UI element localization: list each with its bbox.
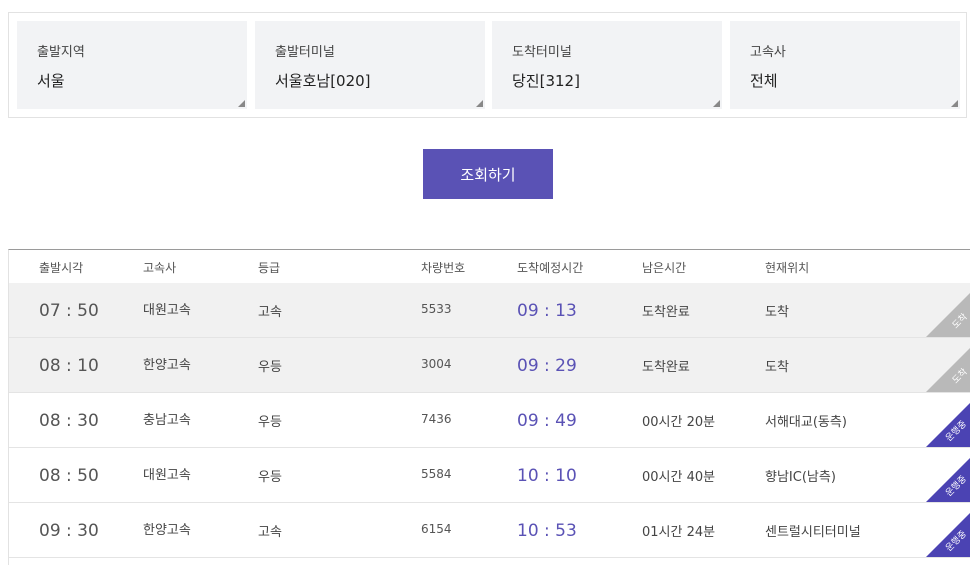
- bus-grade: 고속: [258, 305, 282, 320]
- arrival-terminal-value: 당진[312]: [512, 72, 580, 90]
- remaining-time: 00시간 40분: [642, 470, 716, 485]
- bus-schedule-table: 출발시각 고속사 등급 차량번호 도착예정시간 남은시간 현재위치 07 : 5…: [8, 249, 970, 565]
- bus-company: 한양고속: [143, 358, 191, 373]
- bus-grade: 고속: [258, 525, 282, 540]
- table-row[interactable]: 07 : 50 대원고속 고속 5533 09 : 13 도착완료 도착 도착: [9, 283, 970, 338]
- table-row[interactable]: 08 : 30 충남고속 우등 7436 09 : 49 00시간 20분 서해…: [9, 393, 970, 448]
- departure-time: 08 : 10: [39, 356, 99, 376]
- departure-time: 09 : 30: [39, 521, 99, 541]
- status-badge: 운행중: [926, 458, 970, 502]
- arrival-terminal-label: 도착터미널: [512, 45, 572, 60]
- header-remaining-time: 남은시간: [642, 261, 687, 275]
- current-location: 서해대교(동측): [765, 415, 847, 430]
- bus-grade: 우등: [258, 470, 282, 485]
- status-badge: 운행중: [926, 403, 970, 447]
- remaining-time: 도착완료: [642, 360, 690, 375]
- header-company: 고속사: [143, 261, 177, 275]
- table-row[interactable]: 08 : 10 한양고속 우등 3004 09 : 29 도착완료 도착 도착: [9, 338, 970, 393]
- dropdown-corner-icon: [713, 100, 720, 107]
- header-departure-time: 출발시각: [39, 261, 84, 275]
- departure-time: 08 : 30: [39, 411, 99, 431]
- departure-terminal-label: 출발터미널: [275, 45, 335, 60]
- table-header: 출발시각 고속사 등급 차량번호 도착예정시간 남은시간 현재위치: [9, 250, 970, 284]
- bus-grade: 우등: [258, 415, 282, 430]
- arrival-time: 10 : 10: [517, 466, 577, 486]
- bus-grade: 우등: [258, 360, 282, 375]
- departure-time: 07 : 50: [39, 301, 99, 321]
- bus-company: 충남고속: [143, 413, 191, 428]
- departure-terminal-value: 서울호남[020]: [275, 72, 371, 90]
- remaining-time: 01시간 24분: [642, 525, 716, 540]
- search-filter-panel: 출발지역 서울 출발터미널 서울호남[020] 도착터미널 당진[312] 고속…: [8, 12, 967, 118]
- table-row[interactable]: 09 : 30 한양고속 고속 6154 10 : 53 01시간 24분 센트…: [9, 503, 970, 558]
- dropdown-corner-icon: [951, 100, 958, 107]
- current-location: 센트럴시티터미널: [765, 525, 861, 540]
- header-bus-number: 차량번호: [421, 261, 466, 275]
- bus-number: 5533: [421, 302, 452, 316]
- bus-company: 한양고속: [143, 523, 191, 538]
- bus-number: 3004: [421, 357, 452, 371]
- bus-number: 7436: [421, 412, 452, 426]
- bus-number: 5584: [421, 467, 452, 481]
- bus-company-value: 전체: [750, 72, 778, 90]
- dropdown-corner-icon: [476, 100, 483, 107]
- table-row[interactable]: 08 : 50 대원고속 우등 5584 10 : 10 00시간 40분 향남…: [9, 448, 970, 503]
- current-location: 도착: [765, 305, 789, 320]
- current-location: 도착: [765, 360, 789, 375]
- bus-company: 대원고속: [143, 468, 191, 483]
- current-location: 향남IC(남측): [765, 470, 836, 485]
- arrival-time: 09 : 49: [517, 411, 577, 431]
- status-badge: 도착: [926, 293, 970, 337]
- dropdown-corner-icon: [238, 100, 245, 107]
- arrival-terminal-select[interactable]: 도착터미널 당진[312]: [492, 21, 722, 109]
- bus-company: 대원고속: [143, 303, 191, 318]
- remaining-time: 도착완료: [642, 305, 690, 320]
- departure-time: 08 : 50: [39, 466, 99, 486]
- departure-region-label: 출발지역: [37, 45, 85, 60]
- departure-region-select[interactable]: 출발지역 서울: [17, 21, 247, 109]
- bus-number: 6154: [421, 522, 452, 536]
- status-badge: 도착: [926, 348, 970, 392]
- departure-terminal-select[interactable]: 출발터미널 서울호남[020]: [255, 21, 485, 109]
- search-button[interactable]: 조회하기: [423, 149, 553, 199]
- arrival-time: 09 : 29: [517, 356, 577, 376]
- arrival-time: 09 : 13: [517, 301, 577, 321]
- arrival-time: 10 : 53: [517, 521, 577, 541]
- bus-company-label: 고속사: [750, 45, 786, 60]
- header-current-location: 현재위치: [765, 261, 810, 275]
- bus-company-select[interactable]: 고속사 전체: [730, 21, 960, 109]
- status-badge: 운행중: [926, 513, 970, 557]
- header-arrival-time: 도착예정시간: [517, 261, 584, 275]
- departure-region-value: 서울: [37, 72, 65, 90]
- remaining-time: 00시간 20분: [642, 415, 716, 430]
- header-grade: 등급: [258, 261, 281, 275]
